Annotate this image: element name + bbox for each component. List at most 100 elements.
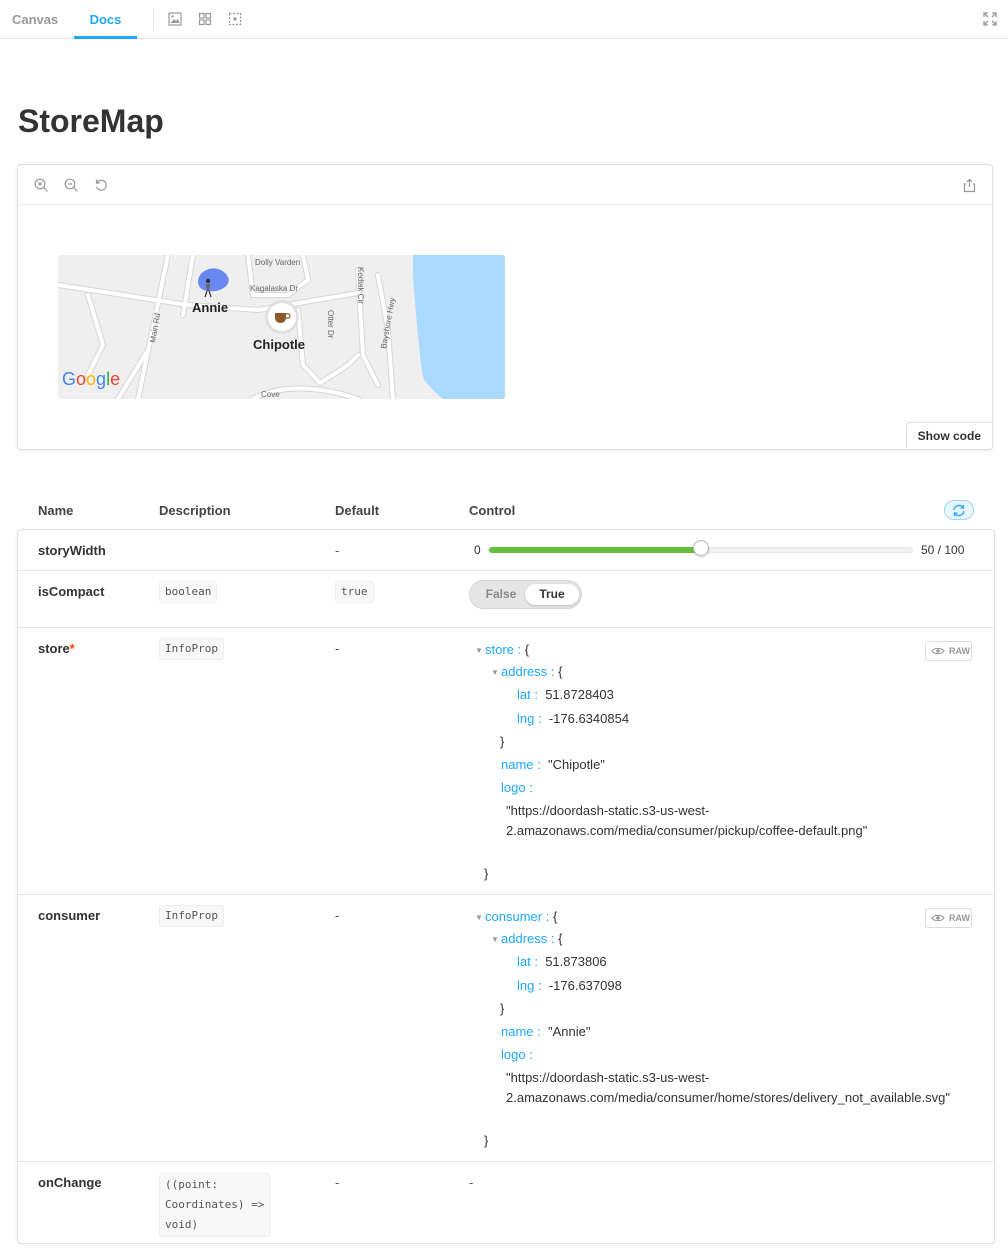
tree-key: address :	[501, 931, 555, 946]
tree-key: name :	[501, 757, 541, 772]
row-divider	[18, 894, 994, 895]
prop-name-onchange: onChange	[38, 1175, 102, 1190]
coffee-icon	[275, 313, 286, 323]
prop-control-onchange: -	[469, 1175, 474, 1190]
tree-key: lng :	[517, 978, 542, 993]
row-divider	[18, 1161, 994, 1162]
tree-store-name[interactable]: name : "Chipotle"	[501, 757, 605, 772]
tree-consumer-lat[interactable]: lat : 51.873806	[517, 954, 607, 969]
zoom-out-icon[interactable]	[64, 178, 79, 193]
story-preview: Dolly Varden Kagalaska Dr Kodiak Cir Mai…	[17, 164, 993, 450]
tree-brace: {	[558, 931, 563, 946]
row-divider	[18, 627, 994, 628]
raw-label: RAW	[949, 913, 970, 923]
tree-key: consumer :	[485, 909, 550, 924]
collapse-caret-icon[interactable]: ▼	[475, 913, 483, 922]
tree-key: lat :	[517, 687, 538, 702]
slider-value-label: 50 / 100	[921, 543, 965, 557]
tree-key: logo :	[501, 780, 533, 795]
tree-value[interactable]: -176.637098	[549, 978, 622, 993]
tab-canvas[interactable]: Canvas	[12, 0, 58, 39]
collapse-caret-icon[interactable]: ▼	[475, 646, 483, 655]
column-header-name: Name	[38, 503, 74, 518]
tree-value[interactable]: "Annie"	[548, 1024, 590, 1039]
prop-type-consumer: InfoProp	[159, 905, 224, 927]
water-area	[413, 255, 505, 399]
tree-brace: }	[500, 1001, 505, 1016]
tree-brace: {	[524, 642, 530, 657]
page-title: StoreMap	[18, 103, 164, 139]
tree-key: name :	[501, 1024, 541, 1039]
preview-toolbar	[18, 165, 992, 205]
tree-key: address :	[501, 664, 555, 679]
zoom-in-icon[interactable]	[34, 178, 49, 193]
toggle-option-false[interactable]: False	[480, 584, 522, 605]
tree-consumer-address[interactable]: address : {	[501, 931, 562, 946]
store-map[interactable]: Dolly Varden Kagalaska Dr Kodiak Cir Mai…	[58, 255, 505, 399]
tree-brace: {	[558, 664, 563, 679]
tree-value[interactable]: -176.6340854	[549, 711, 629, 726]
tree-store-lng[interactable]: lng : -176.6340854	[517, 711, 629, 726]
map-streets: Dolly Varden Kagalaska Dr Kodiak Cir Mai…	[58, 255, 505, 399]
toggle-option-true[interactable]: True	[525, 584, 579, 605]
tree-store-root[interactable]: store : {	[485, 642, 529, 657]
tree-value[interactable]: "https://doordash-static.s3-us-west-	[506, 803, 709, 818]
row-divider	[18, 570, 994, 571]
reset-controls-button[interactable]	[944, 500, 974, 520]
consumer-raw-button[interactable]: RAW	[925, 908, 972, 928]
tree-store-lat[interactable]: lat : 51.8728403	[517, 687, 614, 702]
tree-consumer-name[interactable]: name : "Annie"	[501, 1024, 590, 1039]
outline-icon[interactable]	[228, 12, 242, 26]
street-label-1: Kagalaska Dr	[250, 284, 298, 293]
show-code-button[interactable]: Show code	[905, 422, 992, 449]
store-raw-button[interactable]: RAW	[925, 641, 972, 661]
tree-value[interactable]: 51.873806	[545, 954, 606, 969]
tree-brace: }	[484, 1133, 489, 1148]
svg-text:Google: Google	[62, 369, 120, 389]
prop-name-iscompact: isCompact	[38, 584, 105, 599]
tree-brace: {	[552, 909, 558, 924]
tree-brace: }	[500, 734, 505, 749]
type-line: void)	[165, 1218, 199, 1231]
props-table	[17, 529, 995, 1244]
marker-label-annie: Annie	[192, 300, 228, 315]
raw-label: RAW	[949, 646, 970, 656]
grid-icon[interactable]	[198, 12, 212, 26]
marker-label-chipotle: Chipotle	[253, 337, 305, 352]
prop-default-onchange: -	[335, 1175, 340, 1190]
image-icon[interactable]	[168, 12, 182, 26]
column-header-default: Default	[335, 503, 380, 518]
tree-value[interactable]: 51.8728403	[545, 687, 614, 702]
street-label-0: Dolly Varden	[255, 258, 300, 267]
prop-default-storywidth: -	[335, 543, 340, 558]
slider-thumb[interactable]	[692, 540, 709, 556]
zoom-reset-icon[interactable]	[94, 178, 109, 193]
fullscreen-icon[interactable]	[983, 12, 997, 26]
toolbar-divider	[153, 8, 154, 30]
street-label-6: Cove	[261, 390, 280, 399]
iscompact-toggle[interactable]: False True	[469, 580, 582, 609]
prop-type-onchange: ((point: Coordinates) => void)	[159, 1173, 271, 1237]
tab-docs[interactable]: Docs	[74, 0, 137, 39]
prop-name-consumer: consumer	[38, 908, 101, 923]
collapse-caret-icon[interactable]: ▼	[491, 668, 499, 677]
tree-brace: }	[484, 866, 489, 881]
tree-key: store :	[485, 642, 522, 657]
tree-value[interactable]: "Chipotle"	[548, 757, 605, 772]
eye-icon	[931, 914, 945, 922]
tree-value[interactable]: 2.amazonaws.com/media/consumer/pickup/co…	[506, 823, 867, 838]
tree-value[interactable]: 2.amazonaws.com/media/consumer/home/stor…	[506, 1090, 950, 1105]
prop-type-iscompact: boolean	[159, 581, 218, 603]
tree-consumer-root[interactable]: consumer : {	[485, 909, 557, 924]
tree-key: lat :	[517, 954, 538, 969]
collapse-caret-icon[interactable]: ▼	[491, 935, 499, 944]
tree-consumer-lng[interactable]: lng : -176.637098	[517, 978, 622, 993]
share-icon[interactable]	[962, 178, 977, 193]
required-marker: *	[69, 641, 75, 656]
type-line: ((point:	[165, 1178, 218, 1191]
tree-value[interactable]: "https://doordash-static.s3-us-west-	[506, 1070, 709, 1085]
slider-min-label: 0	[474, 543, 481, 557]
column-header-control: Control	[469, 503, 516, 518]
tree-store-address[interactable]: address : {	[501, 664, 562, 679]
top-toolbar: Canvas Docs	[0, 0, 1008, 39]
